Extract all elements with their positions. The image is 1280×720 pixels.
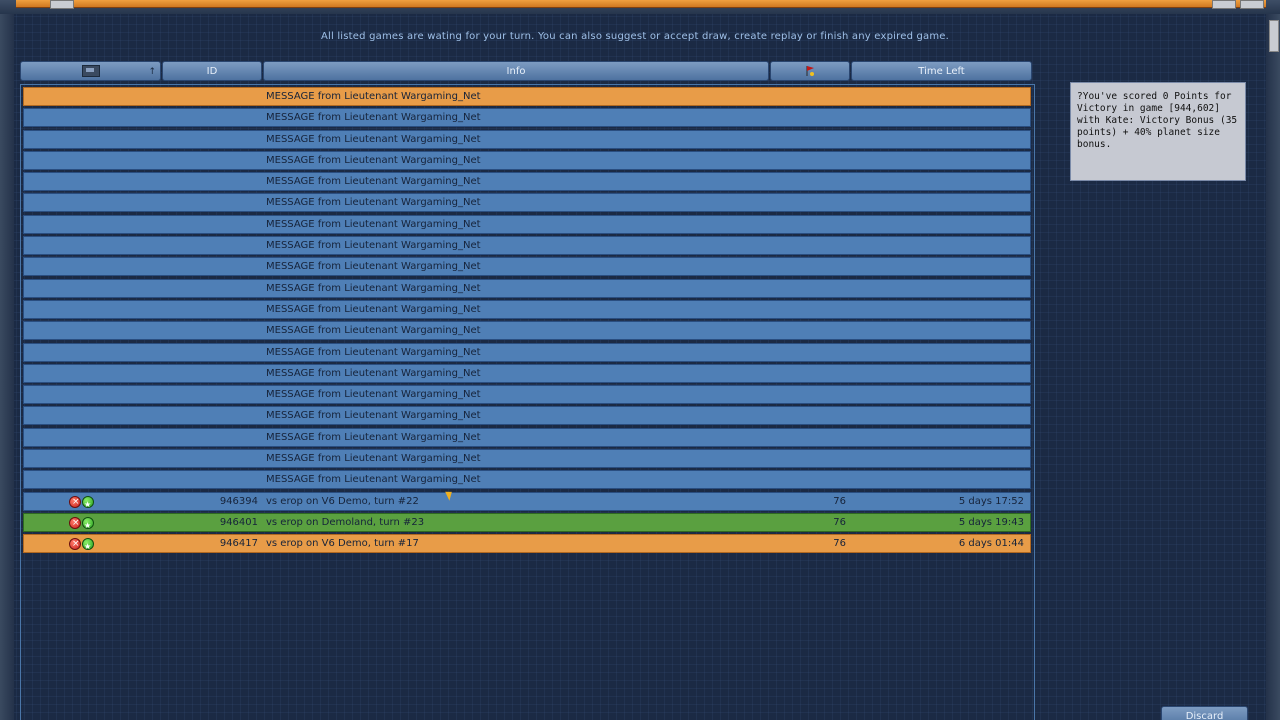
column-header-id[interactable]: ID xyxy=(162,61,262,81)
message-text: MESSAGE from Lieutenant Wargaming_Net xyxy=(266,303,481,315)
game-points: 76 xyxy=(833,538,846,550)
game-id: 946401 xyxy=(219,516,258,528)
message-text: MESSAGE from Lieutenant Wargaming_Net xyxy=(266,154,481,166)
title-close-button[interactable] xyxy=(1240,0,1264,9)
message-row[interactable]: MESSAGE from Lieutenant Wargaming_Net xyxy=(23,193,1031,213)
message-text: MESSAGE from Lieutenant Wargaming_Net xyxy=(266,112,481,124)
column-header-points[interactable] xyxy=(770,61,850,81)
game-time-left: 5 days 17:52 xyxy=(958,495,1024,507)
message-text: MESSAGE from Lieutenant Wargaming_Net xyxy=(266,176,481,188)
message-text: MESSAGE from Lieutenant Wargaming_Net xyxy=(266,240,481,252)
message-row[interactable]: MESSAGE from Lieutenant Wargaming_Net xyxy=(23,342,1031,362)
monitor-icon xyxy=(81,65,100,77)
message-text: MESSAGE from Lieutenant Wargaming_Net xyxy=(266,389,481,401)
message-row[interactable]: MESSAGE from Lieutenant Wargaming_Net xyxy=(23,257,1031,277)
message-text: MESSAGE from Lieutenant Wargaming_Net xyxy=(266,410,481,422)
message-text: MESSAGE from Lieutenant Wargaming_Net xyxy=(266,91,481,102)
games-list: MESSAGE from Lieutenant Wargaming_Net MES… xyxy=(23,87,1031,556)
message-text: MESSAGE from Lieutenant Wargaming_Net xyxy=(266,218,481,230)
instruction-notice: All listed games are wating for your tur… xyxy=(320,31,950,42)
title-bar-accent xyxy=(16,0,1266,8)
game-points: 76 xyxy=(833,495,846,507)
game-info: vs erop on V6 Demo, turn #17 xyxy=(266,538,419,550)
message-row[interactable]: MESSAGE from Lieutenant Wargaming_Net xyxy=(23,363,1031,383)
message-row[interactable]: MESSAGE from Lieutenant Wargaming_Net xyxy=(23,321,1031,341)
game-time-left: 6 days 01:44 xyxy=(958,538,1024,550)
message-text: MESSAGE from Lieutenant Wargaming_Net xyxy=(266,261,481,273)
message-row[interactable]: MESSAGE from Lieutenant Wargaming_Net xyxy=(23,129,1031,149)
message-row[interactable]: MESSAGE from Lieutenant Wargaming_Net xyxy=(23,406,1031,426)
scrollbar-thumb[interactable] xyxy=(1269,20,1279,52)
play-turn-icon[interactable] xyxy=(82,538,94,555)
resign-icon[interactable] xyxy=(69,536,81,553)
window-title-bar xyxy=(0,0,1280,14)
column-header-status[interactable]: ↑ xyxy=(20,61,161,81)
column-header-info[interactable]: Info xyxy=(263,61,769,81)
game-actions xyxy=(69,494,95,513)
message-row[interactable]: MESSAGE from Lieutenant Wargaming_Net xyxy=(23,150,1031,170)
notification-box: ?You've scored 0 Points for Victory in g… xyxy=(1070,82,1246,181)
message-text: MESSAGE from Lieutenant Wargaming_Net xyxy=(266,346,481,358)
game-id: 946394 xyxy=(219,495,258,507)
message-text: MESSAGE from Lieutenant Wargaming_Net xyxy=(266,367,481,379)
column-header-time-left[interactable]: Time Left xyxy=(851,61,1032,81)
message-row[interactable]: MESSAGE from Lieutenant Wargaming_Net xyxy=(23,108,1031,128)
message-text: MESSAGE from Lieutenant Wargaming_Net xyxy=(266,453,481,465)
message-row[interactable]: MESSAGE from Lieutenant Wargaming_Net xyxy=(23,299,1031,319)
flag-icon xyxy=(806,66,814,76)
message-text: MESSAGE from Lieutenant Wargaming_Net xyxy=(266,282,481,294)
message-text: MESSAGE from Lieutenant Wargaming_Net xyxy=(266,431,481,443)
message-text: MESSAGE from Lieutenant Wargaming_Net xyxy=(266,133,481,145)
game-info: vs erop on V6 Demo, turn #22 xyxy=(266,495,419,507)
message-row[interactable]: MESSAGE from Lieutenant Wargaming_Net xyxy=(23,236,1031,256)
message-text: MESSAGE from Lieutenant Wargaming_Net xyxy=(266,474,481,486)
message-row[interactable]: MESSAGE from Lieutenant Wargaming_Net xyxy=(23,470,1031,490)
resign-icon[interactable] xyxy=(69,515,81,532)
game-row[interactable]: 946417 vs erop on V6 Demo, turn #17 76 6 da… xyxy=(23,534,1031,555)
left-frame xyxy=(0,14,14,720)
message-text: MESSAGE from Lieutenant Wargaming_Net xyxy=(266,325,481,337)
game-time-left: 5 days 19:43 xyxy=(958,516,1024,528)
message-row[interactable]: MESSAGE from Lieutenant Wargaming_Net xyxy=(23,278,1031,298)
message-row[interactable]: MESSAGE from Lieutenant Wargaming_Net xyxy=(23,449,1031,469)
message-row[interactable]: MESSAGE from Lieutenant Wargaming_Net xyxy=(23,385,1031,405)
game-id: 946417 xyxy=(219,538,258,550)
title-minimize-button[interactable] xyxy=(1212,0,1236,9)
message-row[interactable]: MESSAGE from Lieutenant Wargaming_Net xyxy=(23,87,1031,106)
game-points: 76 xyxy=(833,516,846,528)
play-turn-icon[interactable] xyxy=(82,495,94,513)
message-row[interactable]: MESSAGE from Lieutenant Wargaming_Net xyxy=(23,214,1031,234)
game-row[interactable]: 946401 vs erop on Demoland, turn #23 76 5 d… xyxy=(23,512,1031,534)
resign-icon[interactable] xyxy=(69,494,81,511)
game-row[interactable]: 946394 vs erop on V6 Demo, turn #22 76 5 da… xyxy=(23,491,1031,513)
play-turn-icon[interactable] xyxy=(82,516,94,534)
title-left-button[interactable] xyxy=(50,0,74,9)
game-actions xyxy=(69,515,95,534)
message-text: MESSAGE from Lieutenant Wargaming_Net xyxy=(266,197,481,209)
discard-button[interactable]: Discard xyxy=(1161,706,1248,720)
vertical-scrollbar[interactable] xyxy=(1266,14,1280,720)
notification-text: ?You've scored 0 Points for Victory in g… xyxy=(1077,91,1238,150)
sort-arrow-icon: ↑ xyxy=(148,67,156,77)
message-row[interactable]: MESSAGE from Lieutenant Wargaming_Net xyxy=(23,427,1031,447)
game-actions xyxy=(69,536,95,555)
game-info: vs erop on Demoland, turn #23 xyxy=(266,516,425,528)
message-row[interactable]: MESSAGE from Lieutenant Wargaming_Net xyxy=(23,172,1031,192)
